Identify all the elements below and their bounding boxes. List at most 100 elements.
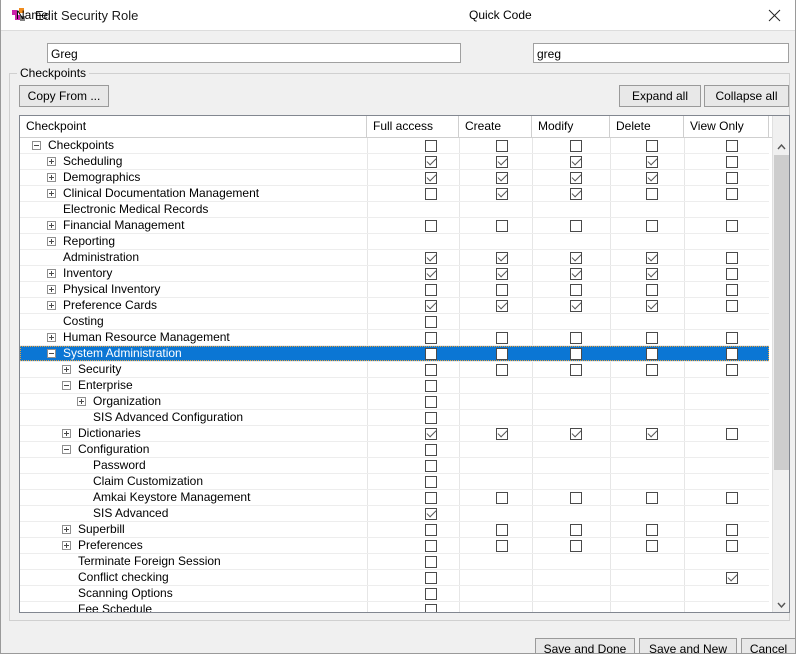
permission-checkbox-delete[interactable] [646, 252, 658, 264]
permission-checkbox-view-only[interactable] [726, 172, 738, 184]
permission-checkbox-full-access[interactable] [425, 300, 437, 312]
permission-checkbox-delete[interactable] [646, 332, 658, 344]
permission-checkbox-full-access[interactable] [425, 172, 437, 184]
permission-checkbox-view-only[interactable] [726, 332, 738, 344]
expand-node-icon[interactable] [77, 397, 86, 406]
table-row[interactable]: Physical Inventory [20, 282, 769, 298]
permission-checkbox-view-only[interactable] [726, 140, 738, 152]
expand-node-icon[interactable] [47, 189, 56, 198]
permission-checkbox-create[interactable] [496, 428, 508, 440]
permission-checkbox-delete[interactable] [646, 364, 658, 376]
permission-checkbox-view-only[interactable] [726, 572, 738, 584]
permission-checkbox-full-access[interactable] [425, 188, 437, 200]
collapse-node-icon[interactable] [62, 381, 71, 390]
permission-checkbox-full-access[interactable] [425, 556, 437, 568]
permission-checkbox-view-only[interactable] [726, 284, 738, 296]
permission-checkbox-full-access[interactable] [425, 332, 437, 344]
permission-checkbox-delete[interactable] [646, 172, 658, 184]
permission-checkbox-modify[interactable] [570, 492, 582, 504]
grid-vertical-scrollbar[interactable] [772, 116, 789, 612]
table-row[interactable]: Costing [20, 314, 769, 330]
table-row[interactable]: Checkpoints [20, 138, 769, 154]
expand-node-icon[interactable] [62, 429, 71, 438]
column-header-create[interactable]: Create [459, 116, 532, 137]
name-input[interactable] [47, 43, 461, 63]
permission-checkbox-full-access[interactable] [425, 588, 437, 600]
permission-checkbox-full-access[interactable] [425, 444, 437, 456]
permission-checkbox-delete[interactable] [646, 268, 658, 280]
permission-checkbox-modify[interactable] [570, 252, 582, 264]
column-header-checkpoint[interactable]: Checkpoint [20, 116, 367, 137]
permission-checkbox-modify[interactable] [570, 220, 582, 232]
permission-checkbox-modify[interactable] [570, 188, 582, 200]
collapse-node-icon[interactable] [47, 349, 56, 358]
table-row[interactable]: Password [20, 458, 769, 474]
permission-checkbox-create[interactable] [496, 348, 508, 360]
table-row[interactable]: Fee Schedule [20, 602, 769, 612]
table-row[interactable]: Claim Customization [20, 474, 769, 490]
expand-node-icon[interactable] [47, 285, 56, 294]
permission-checkbox-modify[interactable] [570, 268, 582, 280]
column-header-delete[interactable]: Delete [610, 116, 684, 137]
quick-code-input[interactable] [533, 43, 789, 63]
permission-checkbox-create[interactable] [496, 492, 508, 504]
expand-node-icon[interactable] [47, 333, 56, 342]
permission-checkbox-full-access[interactable] [425, 476, 437, 488]
expand-node-icon[interactable] [47, 157, 56, 166]
permission-checkbox-full-access[interactable] [425, 284, 437, 296]
expand-node-icon[interactable] [62, 525, 71, 534]
permission-checkbox-delete[interactable] [646, 492, 658, 504]
expand-node-icon[interactable] [47, 269, 56, 278]
permission-checkbox-modify[interactable] [570, 348, 582, 360]
table-row-selected[interactable]: System Administration [20, 346, 769, 362]
permission-checkbox-delete[interactable] [646, 524, 658, 536]
scrollbar-thumb[interactable] [774, 155, 789, 470]
permission-checkbox-create[interactable] [496, 332, 508, 344]
permission-checkbox-full-access[interactable] [425, 524, 437, 536]
permission-checkbox-delete[interactable] [646, 540, 658, 552]
permission-checkbox-modify[interactable] [570, 140, 582, 152]
permission-checkbox-full-access[interactable] [425, 460, 437, 472]
collapse-node-icon[interactable] [32, 141, 41, 150]
permission-checkbox-modify[interactable] [570, 172, 582, 184]
table-row[interactable]: Configuration [20, 442, 769, 458]
table-row[interactable]: Superbill [20, 522, 769, 538]
permission-checkbox-view-only[interactable] [726, 156, 738, 168]
collapse-all-button[interactable]: Collapse all [704, 85, 789, 107]
permission-checkbox-view-only[interactable] [726, 492, 738, 504]
permission-checkbox-delete[interactable] [646, 188, 658, 200]
close-icon[interactable] [751, 0, 795, 30]
table-row[interactable]: Financial Management [20, 218, 769, 234]
table-row[interactable]: Administration [20, 250, 769, 266]
permission-checkbox-view-only[interactable] [726, 252, 738, 264]
permission-checkbox-delete[interactable] [646, 220, 658, 232]
permission-checkbox-create[interactable] [496, 524, 508, 536]
permission-checkbox-modify[interactable] [570, 156, 582, 168]
permission-checkbox-delete[interactable] [646, 348, 658, 360]
permission-checkbox-modify[interactable] [570, 284, 582, 296]
table-row[interactable]: SIS Advanced Configuration [20, 410, 769, 426]
chevron-down-icon[interactable] [773, 596, 789, 612]
permission-checkbox-full-access[interactable] [425, 156, 437, 168]
permission-checkbox-full-access[interactable] [425, 252, 437, 264]
permission-checkbox-create[interactable] [496, 140, 508, 152]
permission-checkbox-full-access[interactable] [425, 540, 437, 552]
permission-checkbox-view-only[interactable] [726, 364, 738, 376]
permission-checkbox-full-access[interactable] [425, 412, 437, 424]
expand-node-icon[interactable] [47, 237, 56, 246]
permission-checkbox-delete[interactable] [646, 428, 658, 440]
permission-checkbox-full-access[interactable] [425, 268, 437, 280]
expand-node-icon[interactable] [62, 365, 71, 374]
permission-checkbox-view-only[interactable] [726, 524, 738, 536]
table-row[interactable]: Demographics [20, 170, 769, 186]
permission-checkbox-modify[interactable] [570, 540, 582, 552]
permission-checkbox-view-only[interactable] [726, 300, 738, 312]
chevron-up-icon[interactable] [773, 138, 789, 155]
table-row[interactable]: Organization [20, 394, 769, 410]
permission-checkbox-create[interactable] [496, 156, 508, 168]
table-row[interactable]: Security [20, 362, 769, 378]
permission-checkbox-full-access[interactable] [425, 316, 437, 328]
table-row[interactable]: Preference Cards [20, 298, 769, 314]
table-row[interactable]: SIS Advanced [20, 506, 769, 522]
permission-checkbox-delete[interactable] [646, 300, 658, 312]
